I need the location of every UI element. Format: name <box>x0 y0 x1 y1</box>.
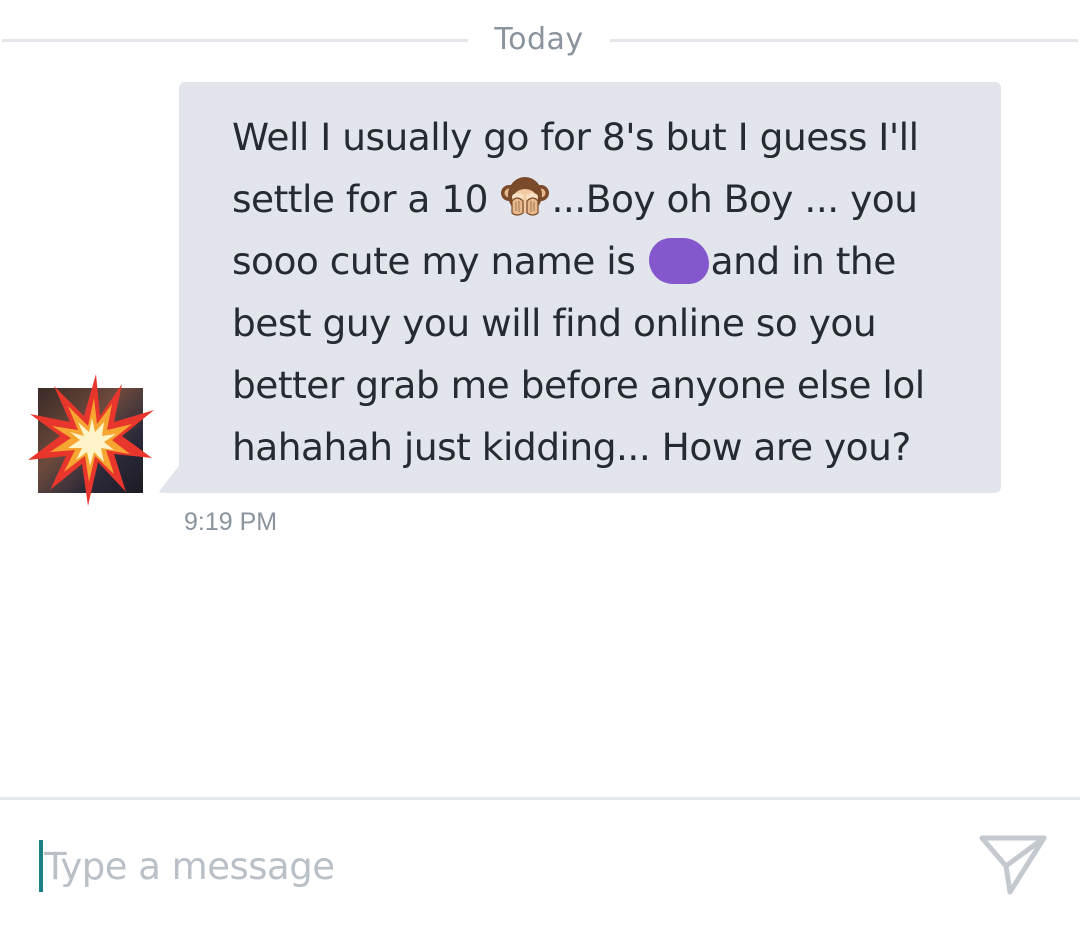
avatar[interactable] <box>28 374 154 506</box>
divider-line-right <box>610 39 1078 42</box>
redaction-mark <box>648 238 709 284</box>
send-button[interactable] <box>976 830 1052 900</box>
speak-no-evil-monkey-icon <box>499 173 551 221</box>
message-bubble[interactable]: Well I usually go for 8's but I guess I'… <box>179 82 1001 493</box>
message-input[interactable] <box>44 836 924 896</box>
text-caret <box>39 840 43 892</box>
message-text: Well I usually go for 8's but I guess I'… <box>232 106 961 478</box>
chat-screen: Today Well I usually go for 8's but I gu… <box>0 0 1080 927</box>
date-label: Today <box>494 22 584 57</box>
divider-line-left <box>2 39 468 42</box>
collision-icon <box>28 374 154 506</box>
date-divider: Today <box>0 14 1080 66</box>
message-composer <box>0 800 1080 927</box>
message-timestamp: 9:19 PM <box>184 508 278 536</box>
send-icon <box>979 835 1047 895</box>
